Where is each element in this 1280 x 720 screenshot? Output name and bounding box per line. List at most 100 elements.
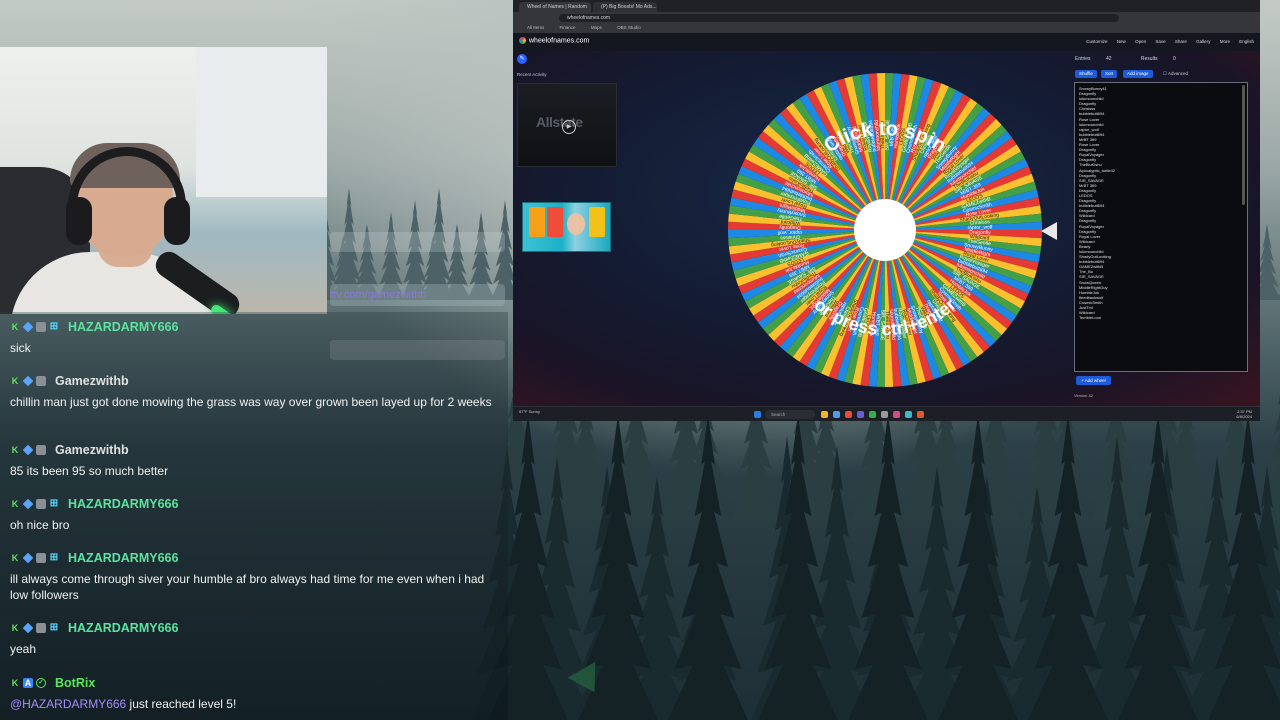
weather-widget[interactable]: 87°F Sunny (519, 409, 540, 414)
screen-capture: Wheel of Names | Random name... (P) Big … (513, 0, 1260, 421)
app-icon[interactable] (905, 411, 912, 418)
chat-message: K ⊞ HAZARDARMY666 oh nice bro (10, 494, 500, 533)
diamond-badge-icon (22, 552, 34, 564)
wheel-slice-label: raptor_wolf (968, 225, 993, 232)
grid-badge-icon: ⊞ (49, 552, 59, 563)
tab-results[interactable]: Results 0 (1141, 56, 1190, 62)
chat-mention[interactable]: @HAZARDARMY666 (10, 697, 126, 711)
diamond-badge-icon (22, 498, 34, 510)
spotify-icon[interactable] (869, 411, 876, 418)
channel-handle: ttv.com/gamezwithb (330, 284, 505, 306)
headset-ear-left (66, 197, 92, 245)
advanced-checkbox[interactable]: ☐ Advanced (1163, 71, 1188, 77)
chat-panel: K ⊞ HAZARDARMY666 sick K Gamezwithb chil… (0, 312, 508, 720)
kick-badge-icon: K (11, 376, 19, 386)
bot-badge-icon: A (23, 678, 33, 688)
broadcaster-badge-icon (36, 376, 46, 386)
bookmark-item[interactable]: OBS Studio (617, 25, 641, 30)
headset-ear-right (164, 197, 190, 245)
snack-pack-icon (589, 207, 605, 237)
browser-tab[interactable]: (P) Big Boosts! Mo Ads... (593, 2, 657, 12)
subscriber-badge-icon (36, 553, 46, 563)
window-light (196, 47, 327, 197)
chat-message: K ⊞ HAZARDARMY666 sick (10, 317, 500, 356)
version-label: Version 42 (1074, 393, 1093, 398)
snack-ad[interactable] (522, 202, 611, 252)
bookmark-item[interactable]: Maps (591, 25, 602, 30)
overlay-bar (330, 232, 505, 252)
app-icon[interactable] (893, 411, 900, 418)
address-bar[interactable]: wheelofnames.com (559, 14, 1119, 22)
kick-badge-icon: K (11, 623, 19, 633)
explorer-icon[interactable] (821, 411, 828, 418)
diamond-badge-icon (22, 444, 34, 456)
chat-username[interactable]: HAZARDARMY666 (68, 621, 178, 635)
edit-pencil-icon[interactable]: ✎ (517, 54, 527, 64)
system-clock[interactable]: 2:37 PM 6/8/2024 (1236, 409, 1252, 419)
menu-share[interactable]: Share (1175, 39, 1187, 44)
menu-more[interactable]: More (1220, 39, 1230, 44)
chat-text-rest: just reached level 5! (126, 697, 237, 711)
add-wheel-button[interactable]: + Add wheel (1076, 376, 1111, 385)
verified-badge-icon: ✓ (36, 678, 46, 688)
logo-text: wheelofnames.com (529, 37, 590, 45)
menu-gallery[interactable]: Gallery (1196, 39, 1210, 44)
grid-badge-icon: ⊞ (49, 321, 59, 332)
tab-entries[interactable]: Entries 42 (1075, 56, 1126, 62)
windows-taskbar: 87°F Sunny Search 2:37 PM 6/8/2024 (513, 406, 1260, 421)
kick-badge-icon: K (11, 553, 19, 563)
chat-message: K A ✓ BotRix @HAZARDARMY666 just reached… (10, 673, 500, 712)
app-logo[interactable]: wheelofnames.com (519, 37, 589, 44)
entry-line: TerribleLoon (1079, 315, 1102, 321)
chat-text: sick (10, 341, 31, 355)
bookmark-item[interactable]: All Items (527, 25, 544, 30)
start-icon[interactable] (754, 411, 761, 418)
entries-list: SnowyBunny41 Dragonfly lulumoonchild Dragon… (1075, 83, 1247, 320)
wheel-pointer-icon (1041, 222, 1057, 240)
menu-customize[interactable]: Customize (1086, 39, 1107, 44)
shuffle-button[interactable]: Shuffle (1075, 70, 1097, 78)
scrollbar[interactable] (1242, 85, 1245, 205)
chat-message: K ⊞ HAZARDARMY666 ill always come throug… (10, 548, 500, 603)
spin-wheel[interactable]: DragonflyWildcardTheGentleSnowyBunnyMidd… (726, 71, 1044, 389)
wheel-center[interactable] (854, 199, 916, 261)
menu-language[interactable]: English (1239, 39, 1254, 44)
chat-username[interactable]: HAZARDARMY666 (68, 320, 178, 334)
chat-message: K Gamezwithb 85 its been 95 so much bett… (10, 440, 500, 479)
chat-username[interactable]: HAZARDARMY666 (68, 497, 178, 511)
entries-textarea[interactable]: SnowyBunny41 Dragonfly lulumoonchild Dragon… (1074, 82, 1248, 372)
play-icon[interactable]: ▶ (562, 120, 576, 134)
subscriber-badge-icon (36, 623, 46, 633)
discord-icon[interactable] (857, 411, 864, 418)
add-image-button[interactable]: Add image (1123, 70, 1153, 78)
wheel-logo-icon (519, 37, 526, 44)
sort-button[interactable]: Sort (1101, 70, 1118, 78)
chrome-icon[interactable] (845, 411, 852, 418)
browser-tab-active[interactable]: Wheel of Names | Random name... (519, 2, 591, 20)
taskbar-search[interactable]: Search (765, 410, 815, 419)
app-icon[interactable] (917, 411, 924, 418)
edge-icon[interactable] (833, 411, 840, 418)
chat-username[interactable]: BotRix (55, 676, 95, 690)
kick-badge-icon: K (11, 322, 19, 332)
chat-text: ill always come through siver your humbl… (10, 572, 485, 602)
kick-badge-icon: K (11, 445, 19, 455)
entries-tabs: Entries 42 Results 0 (1075, 56, 1204, 62)
menu-new[interactable]: New (1117, 39, 1126, 44)
obs-icon[interactable] (881, 411, 888, 418)
chat-username[interactable]: HAZARDARMY666 (68, 551, 178, 565)
chat-username[interactable]: Gamezwithb (55, 443, 129, 457)
chat-text: yeah (10, 642, 37, 656)
menu-open[interactable]: Open (1135, 39, 1146, 44)
webcam-feed (0, 47, 327, 314)
video-ad[interactable]: Allstate ▶ (517, 83, 617, 167)
chat-text: 85 its been 95 so much better (10, 464, 169, 478)
grid-badge-icon: ⊞ (49, 498, 59, 509)
kick-badge-icon: K (11, 678, 19, 688)
bookmark-item[interactable]: Finance (560, 25, 576, 30)
chat-username[interactable]: Gamezwithb (55, 374, 129, 388)
subscriber-badge-icon (36, 322, 46, 332)
diamond-badge-icon (22, 321, 34, 333)
menu-save[interactable]: Save (1155, 39, 1165, 44)
subscriber-badge-icon (36, 499, 46, 509)
